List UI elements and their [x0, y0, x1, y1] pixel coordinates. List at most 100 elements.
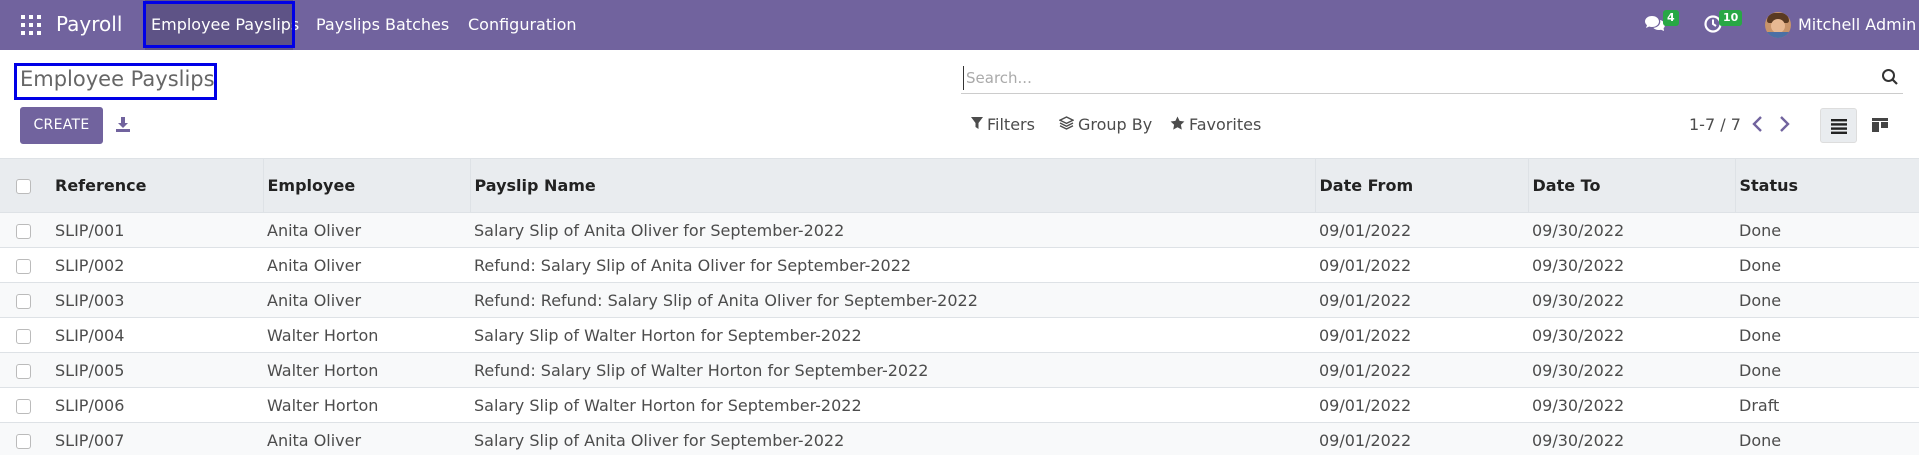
cell-date-from: 09/01/2022 — [1319, 325, 1412, 345]
app-name[interactable]: Payroll — [56, 12, 122, 36]
cell-status: Done — [1739, 430, 1782, 450]
user-name[interactable]: Mitchell Admin — [1798, 15, 1916, 34]
cell-status: Done — [1739, 290, 1782, 310]
cell-reference: SLIP/003 — [55, 290, 125, 310]
cell-date-to: 09/30/2022 — [1532, 430, 1625, 450]
row-checkbox[interactable] — [16, 328, 31, 344]
favorites-label: Favorites — [1189, 115, 1262, 134]
cell-employee: Walter Horton — [267, 395, 379, 415]
star-icon — [1170, 115, 1185, 134]
row-checkbox[interactable] — [16, 363, 31, 379]
top-navbar: Payroll Employee Payslips Payslips Batch… — [0, 0, 1919, 50]
col-date-to[interactable]: Date To — [1528, 158, 1736, 213]
search-input[interactable] — [963, 66, 1843, 90]
group-by-button[interactable]: Group By — [1058, 115, 1153, 134]
kanban-view-button[interactable] — [1862, 108, 1899, 143]
cell-date-from: 09/01/2022 — [1319, 290, 1412, 310]
download-icon[interactable] — [116, 116, 130, 132]
list-view-button[interactable] — [1820, 108, 1857, 143]
table-row[interactable]: SLIP/005 Walter Horton Refund: Salary Sl… — [0, 352, 1919, 388]
cell-employee: Anita Oliver — [267, 220, 362, 240]
col-status[interactable]: Status — [1735, 158, 1919, 213]
cell-date-to: 09/30/2022 — [1532, 220, 1625, 240]
cell-status: Done — [1739, 325, 1782, 345]
cell-payslip-name: Salary Slip of Anita Oliver for Septembe… — [474, 220, 845, 240]
row-checkbox-cell — [0, 213, 51, 248]
cell-date-from: 09/01/2022 — [1319, 220, 1412, 240]
title-highlight-box — [14, 63, 217, 100]
cell-date-to: 09/30/2022 — [1532, 255, 1625, 275]
kanban-view-icon — [1872, 118, 1888, 132]
table-row[interactable]: SLIP/006 Walter Horton Salary Slip of Wa… — [0, 388, 1919, 423]
menu-configuration[interactable]: Configuration — [468, 0, 577, 50]
row-checkbox-cell — [0, 283, 51, 318]
row-checkbox-cell — [0, 388, 51, 423]
cell-reference: SLIP/007 — [55, 430, 125, 450]
payslip-list-table: Reference Employee Payslip Name Date Fro… — [0, 158, 1919, 455]
row-checkbox[interactable] — [16, 293, 31, 309]
col-date-from[interactable]: Date From — [1315, 158, 1529, 213]
cell-date-to: 09/30/2022 — [1532, 395, 1625, 415]
filters-button[interactable]: Filters — [971, 115, 1035, 134]
cell-date-from: 09/01/2022 — [1319, 430, 1412, 450]
cell-date-to: 09/30/2022 — [1532, 290, 1625, 310]
row-checkbox[interactable] — [16, 223, 31, 239]
filters-label: Filters — [987, 115, 1035, 134]
cell-date-to: 09/30/2022 — [1532, 325, 1625, 345]
cell-date-from: 09/01/2022 — [1319, 395, 1412, 415]
cell-payslip-name: Refund: Salary Slip of Walter Horton for… — [474, 360, 929, 380]
table-row[interactable]: SLIP/002 Anita Oliver Refund: Salary Sli… — [0, 248, 1919, 283]
cell-employee: Anita Oliver — [267, 255, 362, 275]
pager-value[interactable]: 1-7 / 7 — [1689, 115, 1741, 134]
favorites-button[interactable]: Favorites — [1170, 115, 1261, 134]
cell-payslip-name: Salary Slip of Anita Oliver for Septembe… — [474, 430, 845, 450]
highlight-box — [143, 1, 295, 48]
row-checkbox-cell — [0, 353, 51, 388]
activities-badge: 10 — [1719, 10, 1743, 26]
row-checkbox[interactable] — [16, 258, 31, 274]
search-bar — [961, 62, 1903, 94]
cell-reference: SLIP/004 — [55, 325, 125, 345]
cell-payslip-name: Salary Slip of Walter Horton for Septemb… — [474, 325, 862, 345]
col-reference[interactable]: Reference — [51, 158, 264, 213]
list-view-icon — [1831, 119, 1847, 134]
cell-status: Done — [1739, 220, 1782, 240]
row-checkbox-cell — [0, 248, 51, 283]
table-row[interactable]: SLIP/003 Anita Oliver Refund: Refund: Sa… — [0, 282, 1919, 318]
cell-reference: SLIP/001 — [55, 220, 125, 240]
cell-status: Done — [1739, 255, 1782, 275]
search-icon[interactable] — [1881, 68, 1899, 86]
select-all-cell — [0, 158, 51, 213]
cell-employee: Anita Oliver — [267, 430, 362, 450]
cell-reference: SLIP/005 — [55, 360, 125, 380]
table-row[interactable]: SLIP/001 Anita Oliver Salary Slip of Ani… — [0, 212, 1919, 248]
chevron-right-icon[interactable] — [1776, 114, 1792, 134]
create-button[interactable]: CREATE — [20, 107, 103, 144]
cell-employee: Walter Horton — [267, 325, 379, 345]
group-by-label: Group By — [1078, 115, 1153, 134]
apps-grid-icon[interactable] — [21, 15, 41, 35]
cell-payslip-name: Salary Slip of Walter Horton for Septemb… — [474, 395, 862, 415]
row-checkbox[interactable] — [16, 433, 31, 449]
cell-reference: SLIP/002 — [55, 255, 125, 275]
cell-reference: SLIP/006 — [55, 395, 125, 415]
table-header-row: Reference Employee Payslip Name Date Fro… — [0, 158, 1919, 213]
col-payslip-name[interactable]: Payslip Name — [470, 158, 1316, 213]
table-row[interactable]: SLIP/007 Anita Oliver Salary Slip of Ani… — [0, 422, 1919, 455]
table-row[interactable]: SLIP/004 Walter Horton Salary Slip of Wa… — [0, 318, 1919, 353]
cell-employee: Anita Oliver — [267, 290, 362, 310]
row-checkbox[interactable] — [16, 398, 31, 414]
cell-status: Draft — [1739, 395, 1780, 415]
select-all-checkbox[interactable] — [16, 179, 31, 194]
row-checkbox-cell — [0, 423, 51, 455]
cell-employee: Walter Horton — [267, 360, 379, 380]
cell-date-from: 09/01/2022 — [1319, 255, 1412, 275]
layers-icon — [1058, 115, 1075, 134]
menu-payslips-batches[interactable]: Payslips Batches — [316, 0, 449, 50]
user-avatar[interactable] — [1765, 12, 1791, 38]
col-employee[interactable]: Employee — [263, 158, 471, 213]
row-checkbox-cell — [0, 318, 51, 353]
filter-icon — [971, 115, 983, 134]
chevron-left-icon[interactable] — [1750, 114, 1766, 134]
cell-payslip-name: Refund: Salary Slip of Anita Oliver for … — [474, 255, 912, 275]
